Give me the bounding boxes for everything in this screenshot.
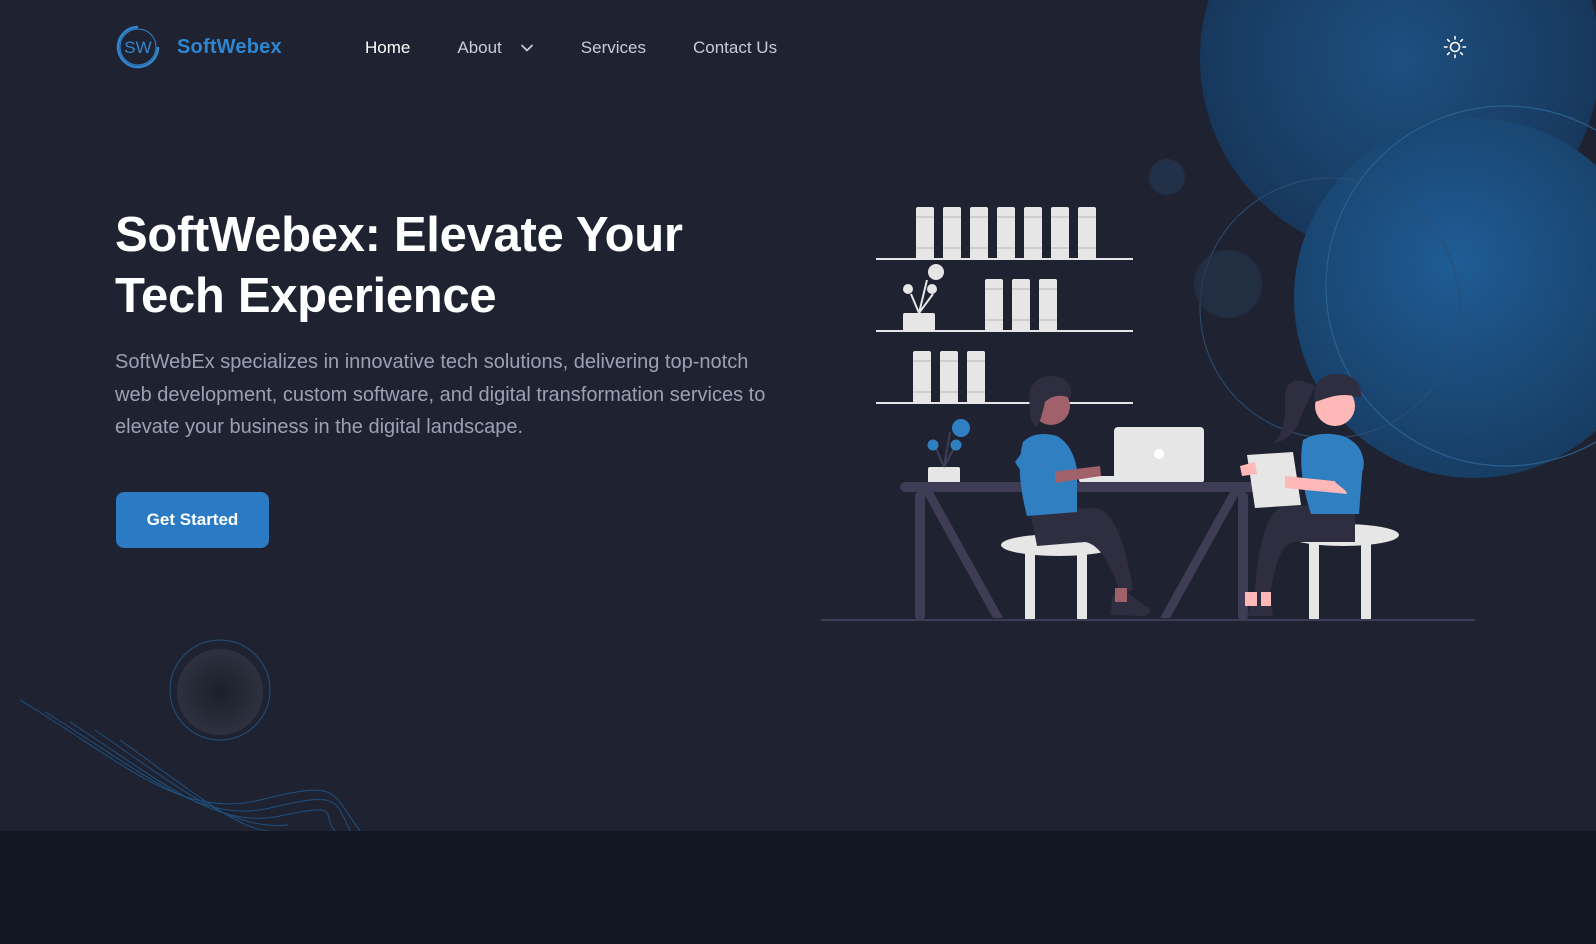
nav-item-label: Services: [580, 38, 646, 57]
nav-item-home[interactable]: Home: [365, 36, 410, 60]
nav-item-services[interactable]: Services: [581, 36, 646, 60]
person-right: [1240, 374, 1399, 620]
hero-title-line-2: Tech Experience: [115, 269, 497, 323]
hero-description: SoftWebEx specializes in innovative tech…: [115, 351, 766, 438]
desk-plant: [927, 419, 970, 485]
next-section-band: [0, 831, 1596, 944]
brand-logo[interactable]: SW SoftWebex: [115, 24, 282, 70]
brand-name: SoftWebex: [177, 35, 282, 58]
person-left: [1001, 376, 1150, 620]
logo-initials: SW: [124, 38, 151, 57]
hero-title: SoftWebex: Elevate Your Tech Experience: [115, 205, 795, 327]
get-started-button[interactable]: Get Started: [116, 492, 269, 548]
hero-section: SW SoftWebex Home About Services Contact…: [0, 0, 1596, 831]
nav-item-label: Contact Us: [692, 38, 778, 57]
nav-item-label: Home: [365, 38, 411, 57]
sun-icon: [1443, 35, 1467, 59]
bookshelf: [876, 207, 1133, 404]
logo-mark-icon: SW: [116, 25, 160, 69]
team-working-illustration: [821, 207, 1475, 621]
main-nav: Home About Services Contact Us: [365, 36, 824, 60]
nav-item-contact-us[interactable]: Contact Us: [693, 36, 777, 60]
theme-toggle-button[interactable]: [1441, 33, 1469, 61]
nav-item-about[interactable]: About: [457, 36, 533, 60]
chevron-down-icon: [520, 44, 533, 52]
nav-item-label: About: [457, 38, 502, 57]
hero-title-line-1: SoftWebex: Elevate Your: [115, 208, 683, 262]
